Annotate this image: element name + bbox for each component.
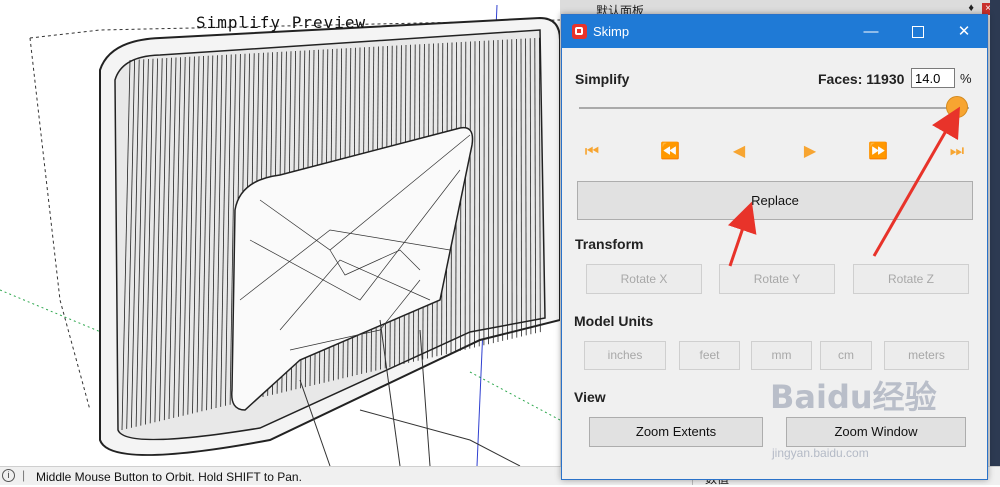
maximize-button[interactable]	[895, 15, 941, 48]
units-inches-button[interactable]: inches	[584, 341, 666, 370]
view-label: View	[574, 389, 606, 405]
close-button[interactable]: ✕	[941, 15, 987, 48]
simplify-slider-knob[interactable]	[946, 96, 968, 118]
simplify-slider-track[interactable]	[579, 107, 969, 109]
fast-forward-button[interactable]: ⏩	[865, 140, 891, 164]
faces-count: Faces: 11930	[818, 71, 904, 87]
fast-back-button[interactable]: ⏪	[657, 140, 683, 164]
rotate-y-button[interactable]: Rotate Y	[719, 264, 835, 294]
first-step-button[interactable]: ⏮	[579, 140, 605, 164]
info-icon[interactable]: i	[2, 469, 15, 482]
simplify-label: Simplify	[575, 71, 629, 87]
units-meters-button[interactable]: meters	[884, 341, 969, 370]
units-cm-button[interactable]: cm	[820, 341, 872, 370]
rotate-z-button[interactable]: Rotate Z	[853, 264, 969, 294]
replace-button[interactable]: Replace	[577, 181, 973, 220]
zoom-window-button[interactable]: Zoom Window	[786, 417, 966, 447]
maximize-icon	[912, 26, 924, 38]
step-back-button[interactable]: ◀	[726, 140, 752, 164]
last-step-button[interactable]: ⏭	[944, 140, 970, 164]
units-mm-button[interactable]: mm	[751, 341, 812, 370]
dialog-title: Skimp	[593, 24, 629, 39]
dialog-titlebar[interactable]: Skimp — ✕	[562, 15, 987, 48]
watermark-logo: Baidu经验	[770, 372, 937, 418]
desktop-edge	[990, 0, 1000, 466]
percent-input[interactable]	[911, 68, 955, 88]
status-separator: |	[22, 468, 25, 482]
transform-label: Transform	[575, 236, 643, 252]
model-units-label: Model Units	[574, 313, 653, 329]
percent-sign: %	[960, 71, 972, 86]
skimp-app-icon	[572, 24, 587, 39]
pin-icon[interactable]: ♦	[968, 2, 974, 14]
rotate-x-button[interactable]: Rotate X	[586, 264, 702, 294]
zoom-extents-button[interactable]: Zoom Extents	[589, 417, 763, 447]
preview-title: Simplify Preview	[196, 13, 366, 32]
status-text: Middle Mouse Button to Orbit. Hold SHIFT…	[36, 470, 302, 484]
minimize-button[interactable]: —	[848, 15, 894, 48]
units-feet-button[interactable]: feet	[679, 341, 740, 370]
watermark-url: jingyan.baidu.com	[772, 446, 869, 460]
step-forward-button[interactable]: ▶	[797, 140, 823, 164]
